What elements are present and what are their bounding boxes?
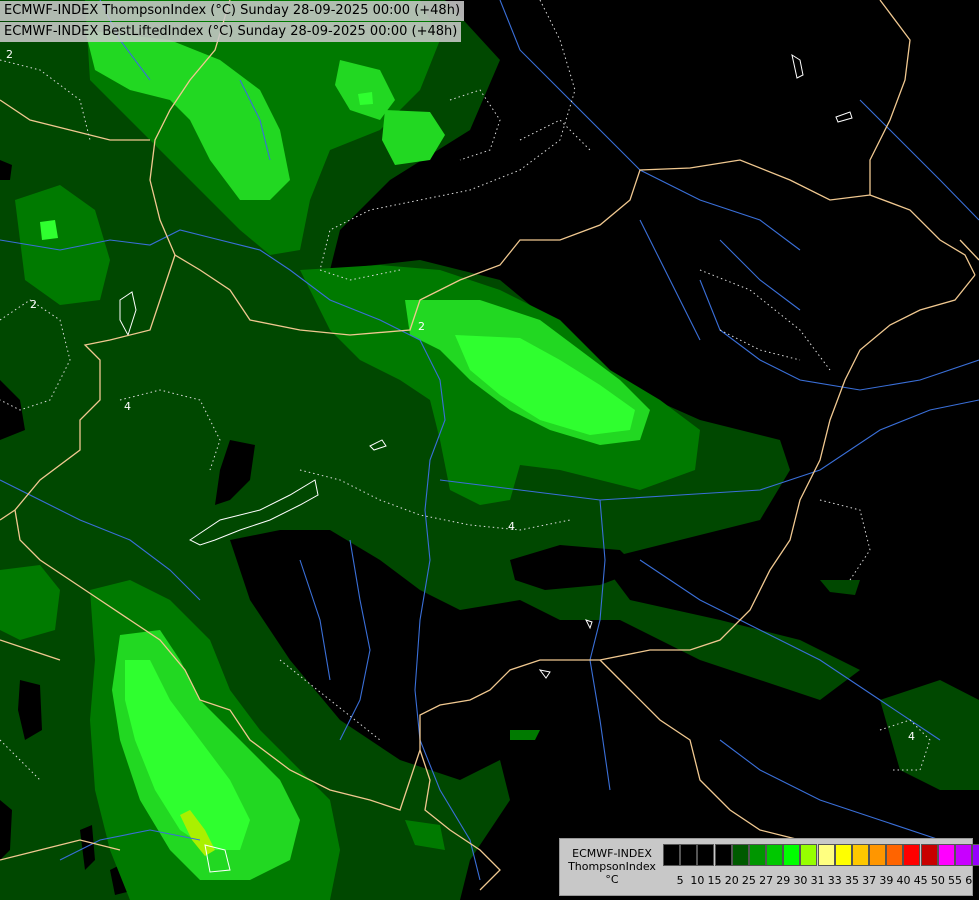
map-title-lifted: ECMWF-INDEX BestLiftedIndex (°C) Sunday … [0, 22, 462, 42]
legend-swatch [766, 844, 784, 866]
legend-tick-label: 60 [965, 874, 979, 887]
contour-label: 2 [418, 320, 425, 333]
legend-swatch [869, 844, 887, 866]
legend-swatch [834, 844, 852, 866]
legend-swatch [748, 844, 766, 866]
legend-swatch [817, 844, 835, 866]
weather-map: 2 2 2 4 4 4 [0, 0, 979, 900]
legend-swatch [783, 844, 801, 866]
legend-swatch [680, 844, 698, 866]
legend-swatch [954, 844, 972, 866]
legend-swatch [937, 844, 955, 866]
legend-swatch [697, 844, 715, 866]
legend-swatch [731, 844, 749, 866]
legend-swatch [903, 844, 921, 866]
legend-swatch [972, 844, 979, 866]
legend-swatch [886, 844, 904, 866]
legend-swatch [714, 844, 732, 866]
legend-index: ThompsonIndex [568, 860, 656, 873]
legend-swatch [663, 844, 680, 866]
color-legend: ECMWF-INDEX ThompsonIndex °C 5 10 15 20 25 27… [559, 838, 979, 896]
contour-label: 2 [30, 298, 37, 311]
legend-swatches [663, 844, 979, 866]
legend-swatch [851, 844, 869, 866]
contour-label: 4 [508, 520, 515, 533]
map-title-thompson: ECMWF-INDEX ThompsonIndex (°C) Sunday 28… [0, 1, 465, 21]
legend-model: ECMWF-INDEX [572, 847, 652, 860]
legend-swatch [800, 844, 818, 866]
contour-label: 4 [124, 400, 131, 413]
contour-label: 2 [6, 48, 13, 61]
legend-label: ECMWF-INDEX ThompsonIndex °C [564, 847, 660, 886]
contour-label: 4 [908, 730, 915, 743]
legend-swatch [920, 844, 938, 866]
legend-unit: °C [605, 873, 619, 886]
